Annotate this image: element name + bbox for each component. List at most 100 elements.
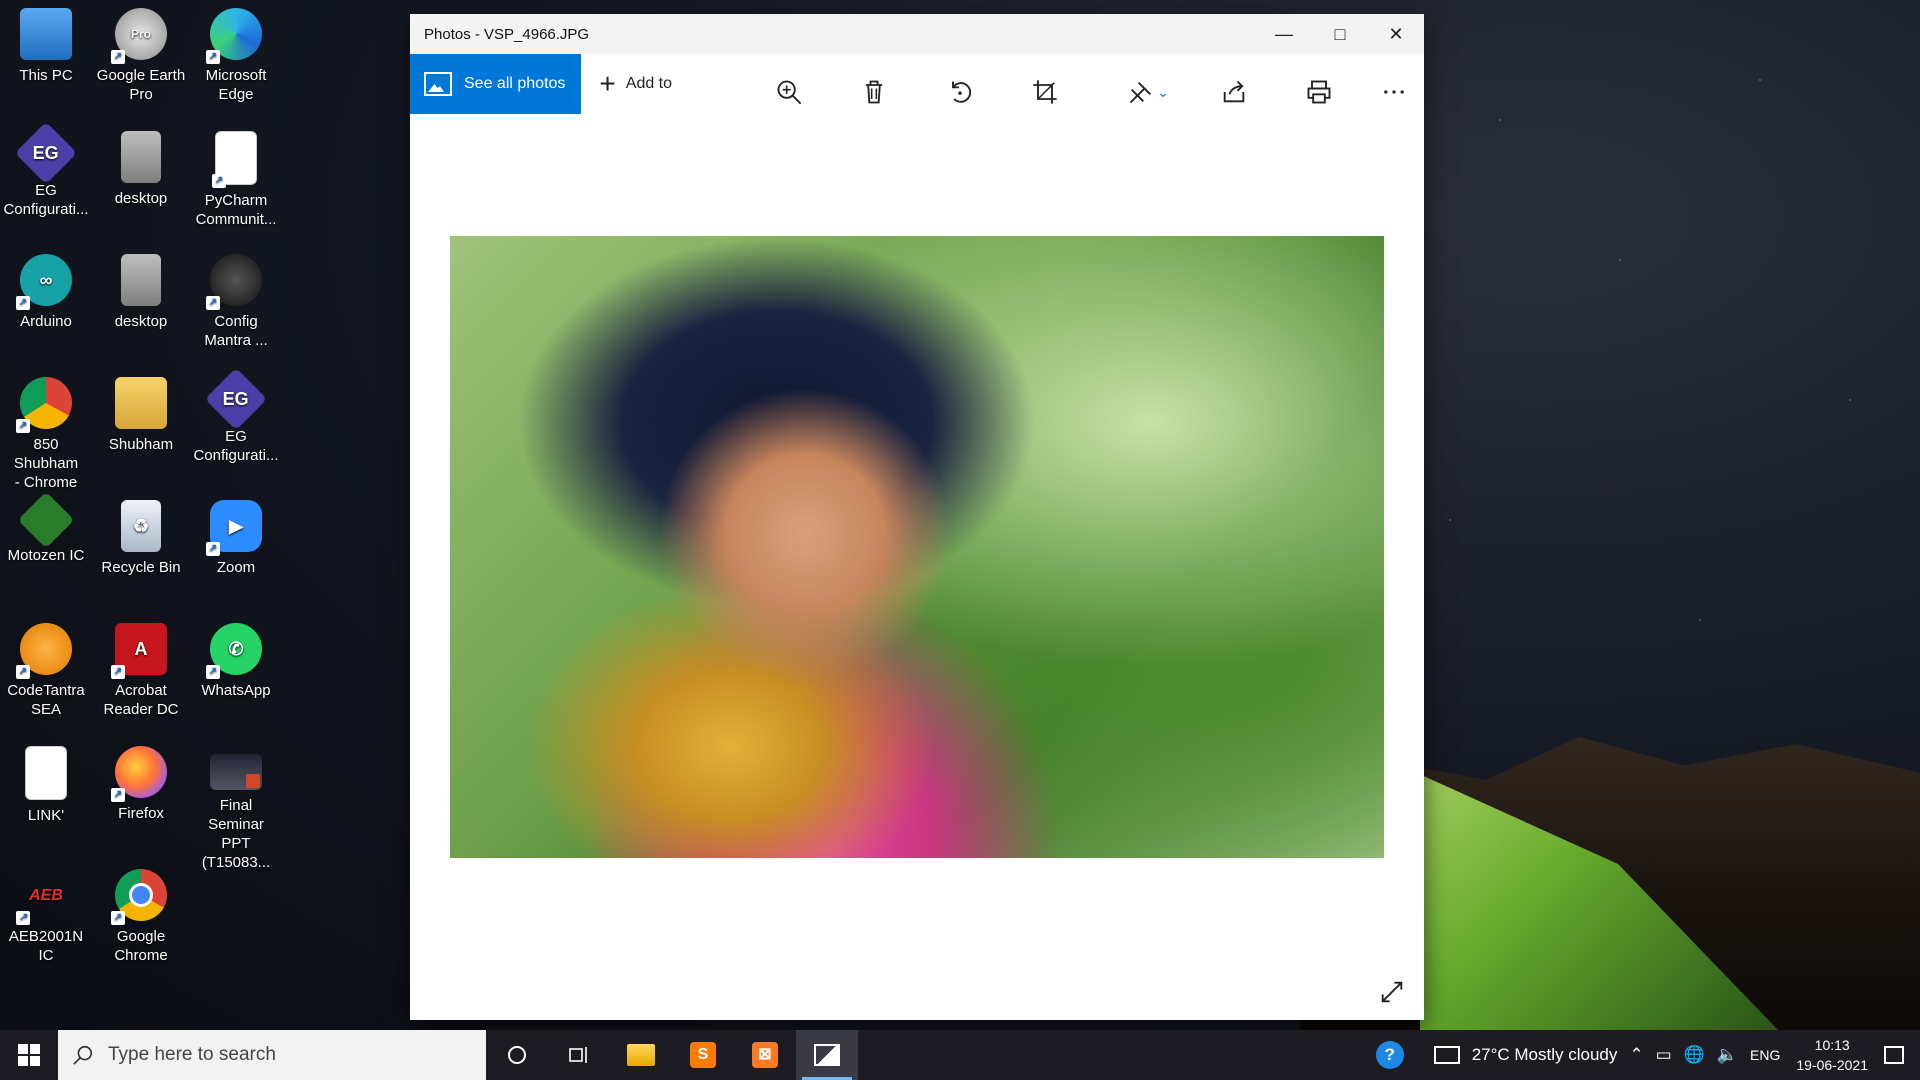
icon-label: Configurati... bbox=[3, 201, 89, 218]
firefox-icon: ↗ bbox=[111, 746, 167, 802]
icon-label: Config bbox=[214, 313, 258, 330]
monitor-icon bbox=[20, 8, 72, 60]
maximize-button[interactable]: □ bbox=[1312, 14, 1368, 54]
share-button[interactable] bbox=[1210, 68, 1258, 116]
whatsapp-icon: ✆ ↗ bbox=[206, 623, 262, 679]
desktop-icon-zoom[interactable]: ▶ ↗ Zoom bbox=[190, 492, 282, 577]
desktop-icon-eg-config-1[interactable]: EG EG Configurati... bbox=[0, 121, 92, 219]
task-view-icon bbox=[569, 1047, 587, 1063]
edit-dropdown-button[interactable]: ⌄ bbox=[1116, 68, 1180, 116]
icon-label: Motozen IC bbox=[7, 547, 85, 564]
rotate-button[interactable] bbox=[936, 68, 984, 116]
xampp-icon: ⊠ bbox=[752, 1042, 778, 1068]
icon-label: Arduino bbox=[20, 313, 72, 330]
mantra-icon: ↗ bbox=[206, 254, 262, 310]
minimize-button[interactable]: — bbox=[1256, 14, 1312, 54]
sublime-text-button[interactable]: S bbox=[672, 1030, 734, 1080]
task-view-button[interactable] bbox=[548, 1030, 610, 1080]
icon-label: CodeTantra bbox=[7, 682, 85, 699]
desktop-icon-desktop-2[interactable]: desktop bbox=[95, 246, 187, 331]
icon-label: - Chrome bbox=[14, 474, 78, 491]
desktop-icon-acrobat[interactable]: A ↗ Acrobat Reader DC bbox=[95, 615, 187, 719]
icon-label: Chrome bbox=[114, 947, 168, 964]
arduino-icon: ∞ ↗ bbox=[16, 254, 72, 310]
globe-icon[interactable]: 🌐 bbox=[1684, 1045, 1705, 1065]
news-icon[interactable] bbox=[1433, 1046, 1460, 1064]
chevron-up-icon[interactable]: ⌃ bbox=[1629, 1045, 1643, 1065]
see-all-photos-label: See all photos bbox=[464, 75, 566, 92]
displayed-photo[interactable] bbox=[450, 236, 1384, 858]
acrobat-icon: A ↗ bbox=[111, 623, 167, 679]
chrome-icon: ↗ bbox=[111, 869, 167, 925]
desktop-icon-chrome-shubham[interactable]: ↗ 850 Shubham - Chrome bbox=[0, 369, 92, 492]
add-to-button[interactable]: + Add to bbox=[599, 68, 673, 99]
desktop-icon-firefox[interactable]: ↗ Firefox bbox=[95, 738, 187, 823]
zoom-button[interactable] bbox=[765, 68, 813, 116]
desktop-icon-arduino[interactable]: ∞ ↗ Arduino bbox=[0, 246, 92, 331]
start-button[interactable] bbox=[0, 1030, 58, 1080]
desktop-icon-google-chrome[interactable]: ↗ Google Chrome bbox=[95, 861, 187, 965]
desktop-icon-this-pc[interactable]: This PC bbox=[0, 0, 92, 85]
desktop-icon-edge[interactable]: ↗ Microsoft Edge bbox=[190, 0, 282, 104]
icon-label: EG bbox=[225, 428, 247, 445]
chevron-down-icon: ⌄ bbox=[1157, 83, 1169, 100]
volume-icon[interactable]: 🔈 bbox=[1717, 1045, 1738, 1065]
recycle-bin-icon: ♻ bbox=[121, 500, 161, 552]
desktop-icon-eg-config-2[interactable]: EG EG Configurati... bbox=[190, 367, 282, 465]
print-button[interactable] bbox=[1295, 68, 1343, 116]
photos-app-button[interactable] bbox=[796, 1030, 858, 1080]
desktop-icon-google-earth-pro[interactable]: ↗ Pro Google Earth Pro bbox=[95, 0, 187, 104]
eg-icon: EG bbox=[14, 121, 78, 185]
title-bar[interactable]: Photos - VSP_4966.JPG — □ ✕ bbox=[410, 14, 1424, 54]
icon-label: Acrobat bbox=[115, 682, 167, 699]
desktop-icon-shubham[interactable]: Shubham bbox=[95, 369, 187, 454]
clock-time: 10:13 bbox=[1814, 1037, 1850, 1053]
icon-label: Communit... bbox=[195, 211, 277, 228]
icon-label: desktop bbox=[114, 190, 168, 207]
add-to-label: Add to bbox=[625, 75, 673, 92]
desktop-icon-motozen[interactable]: Motozen IC bbox=[0, 491, 92, 565]
icon-label: Edge bbox=[218, 86, 254, 103]
cortana-button[interactable] bbox=[486, 1030, 548, 1080]
sublime-icon: S bbox=[690, 1042, 716, 1068]
desktop-icon-pycharm[interactable]: ↗ PyCharm Communit... bbox=[190, 123, 282, 229]
search-icon bbox=[73, 1045, 93, 1065]
more-options-button[interactable] bbox=[1370, 68, 1418, 116]
rotate-icon bbox=[952, 81, 972, 103]
icon-label: Firefox bbox=[118, 805, 164, 822]
xampp-button[interactable]: ⊠ bbox=[734, 1030, 796, 1080]
clock[interactable]: 10:13 19-06-2021 bbox=[1796, 1035, 1868, 1075]
desktop-icon-config-mantra[interactable]: ↗ Config Mantra ... bbox=[190, 246, 282, 350]
desktop-icon-desktop-1[interactable]: desktop bbox=[95, 123, 187, 208]
desktop-icon-final-seminar[interactable]: Final Seminar PPT (T15083... bbox=[190, 738, 282, 872]
aeb-logo-icon: AEB ↗ bbox=[16, 869, 72, 925]
icon-label: Zoom bbox=[216, 559, 256, 576]
weather-text[interactable]: 27°C Mostly cloudy bbox=[1472, 1045, 1618, 1065]
desktop-icon-aeb2001n[interactable]: AEB ↗ AEB2001N IC bbox=[0, 861, 92, 965]
desktop-icon-link[interactable]: LINK' bbox=[0, 738, 92, 825]
taskbar-search-box[interactable]: Type here to search bbox=[58, 1030, 486, 1080]
close-button[interactable]: ✕ bbox=[1368, 14, 1424, 54]
desktop-icon-recycle-bin[interactable]: ♻ Recycle Bin bbox=[95, 492, 187, 577]
icon-label: AEB2001N IC bbox=[8, 928, 84, 964]
notification-icon[interactable] bbox=[1884, 1046, 1904, 1064]
fullscreen-icon[interactable] bbox=[1378, 978, 1406, 1006]
desktop-icon-codetantra[interactable]: ↗ CodeTantra SEA bbox=[0, 615, 92, 719]
language-indicator[interactable]: ENG bbox=[1750, 1047, 1780, 1063]
window-title: Photos - VSP_4966.JPG bbox=[424, 25, 590, 43]
icon-label: WhatsApp bbox=[201, 682, 271, 699]
edge-icon: ↗ bbox=[206, 8, 262, 64]
photos-icon bbox=[814, 1044, 840, 1066]
see-all-photos-button[interactable]: See all photos bbox=[410, 54, 582, 114]
icon-label: Pro bbox=[129, 86, 153, 103]
help-icon[interactable]: ? bbox=[1375, 1041, 1404, 1069]
photo-viewer[interactable] bbox=[410, 114, 1424, 1020]
photos-icon bbox=[424, 72, 452, 96]
delete-button[interactable] bbox=[850, 68, 898, 116]
battery-icon[interactable]: ▭ bbox=[1656, 1045, 1672, 1065]
crop-button[interactable] bbox=[1021, 68, 1069, 116]
plus-icon: + bbox=[599, 68, 616, 99]
file-explorer-button[interactable] bbox=[610, 1030, 672, 1080]
chrome-profile-icon: ↗ bbox=[16, 377, 72, 433]
desktop-icon-whatsapp[interactable]: ✆ ↗ WhatsApp bbox=[190, 615, 282, 700]
